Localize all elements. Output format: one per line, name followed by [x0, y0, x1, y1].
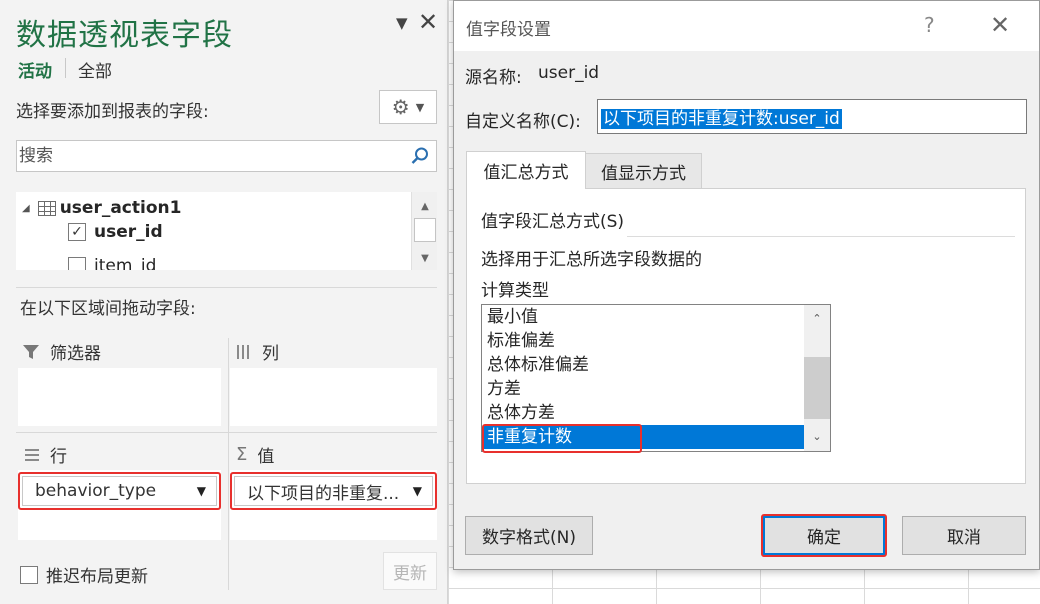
scroll-thumb[interactable]	[804, 357, 830, 419]
dialog-close-icon[interactable]: ✕	[990, 11, 1010, 39]
tab-all[interactable]: 全部	[78, 57, 112, 82]
group-separator-line	[627, 236, 1015, 237]
rows-icon	[25, 448, 39, 461]
source-name-value: user_id	[538, 63, 600, 83]
source-name-label: 源名称:	[465, 68, 522, 88]
cancel-button[interactable]: 取消	[902, 516, 1026, 555]
scroll-up-icon[interactable]: ▲	[412, 194, 437, 218]
rows-area-label: 行	[50, 447, 67, 467]
pane-title: 数据透视表字段	[16, 18, 233, 53]
scroll-down-icon[interactable]: ▼	[412, 246, 437, 270]
tools-button[interactable]: ⚙ ▼	[379, 90, 437, 124]
scroll-thumb[interactable]	[414, 218, 436, 242]
value-field-settings-dialog: 值字段设置 ? ✕ 源名称: user_id 自定义名称(C): 以下项目的非重…	[453, 0, 1040, 570]
annotation-highlight	[230, 472, 437, 510]
pane-options-dropdown-icon[interactable]: ▼	[396, 14, 408, 32]
dialog-titlebar: 值字段设置 ? ✕	[454, 1, 1039, 51]
pivot-field-list-pane: 数据透视表字段 ▼ ✕ 活动 全部 选择要添加到报表的字段: ⚙ ▼ ◢ use…	[0, 0, 448, 604]
summarize-tab-panel: 值字段汇总方式(S) 选择用于汇总所选字段数据的 计算类型 最小值 标准偏差 总…	[466, 188, 1026, 484]
filter-icon	[23, 344, 39, 359]
values-area-label: 值	[257, 447, 275, 467]
field-label: item_id	[94, 256, 157, 270]
table-icon	[37, 200, 56, 216]
sigma-icon: Σ	[236, 444, 248, 465]
choose-fields-label: 选择要添加到报表的字段:	[16, 102, 209, 122]
list-item[interactable]: 总体方差	[483, 401, 804, 425]
number-format-button[interactable]: 数字格式(N)	[465, 516, 593, 555]
summarize-by-label: 值字段汇总方式(S)	[481, 212, 625, 232]
filters-area-header: 筛选器	[22, 339, 101, 364]
scroll-down-icon[interactable]: ⌄	[804, 425, 830, 447]
search-box[interactable]	[16, 140, 437, 172]
tab-separator	[65, 58, 66, 78]
drag-fields-label: 在以下区域间拖动字段:	[20, 299, 196, 319]
custom-name-label: 自定义名称(C):	[465, 112, 581, 132]
list-item[interactable]: 方差	[483, 377, 804, 401]
field-checkbox-item-id[interactable]	[68, 257, 86, 270]
field-label: user_id	[94, 222, 163, 242]
columns-area-label: 列	[262, 344, 279, 364]
list-item[interactable]: 标准偏差	[483, 329, 804, 353]
custom-name-selected-text: 以下项目的非重复计数:user_id	[601, 109, 842, 129]
description-line-1: 选择用于汇总所选字段数据的	[481, 250, 702, 270]
listbox-scrollbar[interactable]: ⌃ ⌄	[804, 305, 830, 451]
field-item-user-id[interactable]: ✓ user_id	[68, 220, 163, 244]
table-node[interactable]: ◢ user_action1	[16, 196, 181, 220]
custom-name-input[interactable]: 以下项目的非重复计数:user_id	[597, 99, 1027, 134]
search-input[interactable]	[17, 141, 407, 171]
filters-area-label: 筛选器	[50, 344, 101, 364]
rows-area-header: 行	[24, 442, 67, 467]
field-list-scrollbar[interactable]: ▲ ▼	[411, 192, 437, 270]
tab-summarize-by[interactable]: 值汇总方式	[466, 151, 586, 189]
tab-active[interactable]: 活动	[18, 57, 52, 82]
defer-layout-update[interactable]: 推迟布局更新	[20, 562, 148, 587]
help-button[interactable]: ?	[924, 13, 935, 37]
pane-close-icon[interactable]: ✕	[418, 8, 438, 36]
description-line-2: 计算类型	[481, 281, 549, 301]
defer-layout-checkbox[interactable]	[20, 565, 38, 584]
area-divider	[228, 338, 229, 590]
defer-layout-label: 推迟布局更新	[46, 567, 148, 587]
annotation-highlight	[761, 514, 887, 557]
columns-area-header: 列	[236, 339, 279, 364]
annotation-highlight	[18, 472, 221, 510]
table-name: user_action1	[59, 198, 182, 218]
search-icon[interactable]	[410, 146, 430, 166]
field-item-item-id[interactable]: item_id	[68, 254, 156, 270]
list-item[interactable]: 最小值	[483, 305, 804, 329]
tab-show-values-as[interactable]: 值显示方式	[586, 153, 702, 188]
list-item[interactable]: 总体标准偏差	[483, 353, 804, 377]
columns-drop-zone[interactable]	[230, 368, 437, 426]
update-button[interactable]: 更新	[383, 552, 437, 590]
divider	[16, 287, 437, 288]
field-checkbox-user-id[interactable]: ✓	[68, 223, 86, 241]
filters-drop-zone[interactable]	[18, 368, 221, 426]
values-area-header: Σ 值	[236, 442, 274, 467]
field-list: ◢ user_action1 ✓ user_id item_id ▲ ▼	[16, 192, 437, 270]
annotation-highlight	[482, 424, 642, 453]
scroll-up-icon[interactable]: ⌃	[804, 307, 830, 329]
dialog-title: 值字段设置	[466, 20, 551, 40]
area-divider	[16, 432, 437, 433]
chevron-down-icon: ▼	[415, 100, 425, 114]
collapse-triangle-icon[interactable]: ◢	[22, 203, 30, 214]
columns-icon	[237, 344, 249, 359]
gear-icon: ⚙	[391, 95, 410, 119]
